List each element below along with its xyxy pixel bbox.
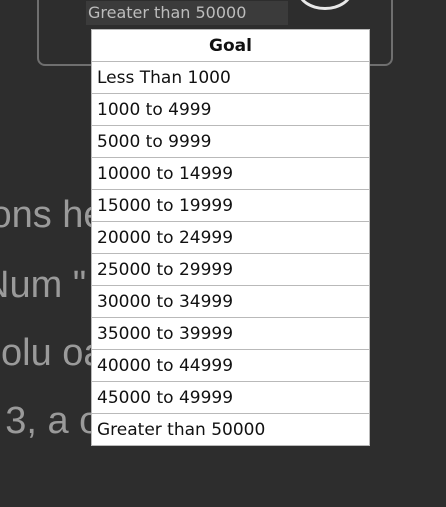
table-cell: 10000 to 14999 bbox=[91, 157, 370, 190]
table-cell: 25000 to 29999 bbox=[91, 253, 370, 286]
table-cell: 1000 to 4999 bbox=[91, 93, 370, 126]
table-row: 40000 to 44999 bbox=[91, 349, 370, 382]
goal-table: Goal Less Than 1000 1000 to 4999 5000 to… bbox=[91, 29, 370, 446]
background-dropdown-label: Greater than 50000 bbox=[86, 1, 288, 25]
table-cell: 30000 to 34999 bbox=[91, 285, 370, 318]
table-row: 1000 to 4999 bbox=[91, 93, 370, 126]
table-row: 10000 to 14999 bbox=[91, 157, 370, 190]
table-row: 35000 to 39999 bbox=[91, 317, 370, 350]
table-cell: Greater than 50000 bbox=[91, 413, 370, 446]
table-row: 15000 to 19999 bbox=[91, 189, 370, 222]
table-cell: 35000 to 39999 bbox=[91, 317, 370, 350]
table-cell: 20000 to 24999 bbox=[91, 221, 370, 254]
table-row: 5000 to 9999 bbox=[91, 125, 370, 158]
table-row: 25000 to 29999 bbox=[91, 253, 370, 286]
table-row: 30000 to 34999 bbox=[91, 285, 370, 318]
table-row: Greater than 50000 bbox=[91, 413, 370, 446]
table-cell: 15000 to 19999 bbox=[91, 189, 370, 222]
table-header-row: Goal bbox=[91, 29, 370, 62]
table-cell: Less Than 1000 bbox=[91, 61, 370, 94]
table-cell: 5000 to 9999 bbox=[91, 125, 370, 158]
table-row: 45000 to 49999 bbox=[91, 381, 370, 414]
table-row: 20000 to 24999 bbox=[91, 221, 370, 254]
table-cell: 45000 to 49999 bbox=[91, 381, 370, 414]
column-header-goal: Goal bbox=[91, 29, 370, 62]
table-row: Less Than 1000 bbox=[91, 61, 370, 94]
table-cell: 40000 to 44999 bbox=[91, 349, 370, 382]
